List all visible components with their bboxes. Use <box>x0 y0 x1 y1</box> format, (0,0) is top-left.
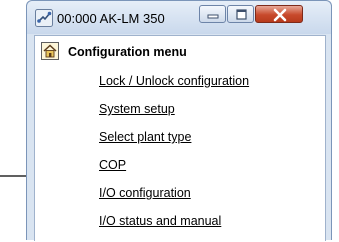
menu-link-select-plant-type[interactable]: Select plant type <box>99 130 249 158</box>
menu-link-system-setup[interactable]: System setup <box>99 102 249 130</box>
menu-list: Lock / Unlock configuration System setup… <box>99 74 249 242</box>
window-title: 00:000 AK-LM 350 <box>57 11 165 26</box>
minimize-button[interactable] <box>199 5 226 23</box>
menu-link-cop[interactable]: COP <box>99 158 249 186</box>
home-icon[interactable] <box>41 42 59 60</box>
maximize-button[interactable] <box>227 5 254 23</box>
minimize-icon <box>207 14 219 19</box>
close-icon <box>273 8 287 22</box>
client-area: Configuration menu Lock / Unlock configu… <box>34 35 326 241</box>
app-window: 00:000 AK-LM 350 Configuration menu Lock… <box>26 0 332 241</box>
menu-header: Configuration menu <box>35 36 325 64</box>
menu-title: Configuration menu <box>68 45 187 59</box>
close-button[interactable] <box>255 5 303 23</box>
maximize-icon <box>236 9 247 20</box>
title-bar[interactable]: 00:000 AK-LM 350 <box>27 1 331 34</box>
menu-link-io-configuration[interactable]: I/O configuration <box>99 186 249 214</box>
menu-link-io-status-and-manual[interactable]: I/O status and manual <box>99 214 249 242</box>
network-plug-icon <box>35 9 53 27</box>
menu-link-lock-unlock-configuration[interactable]: Lock / Unlock configuration <box>99 74 249 102</box>
